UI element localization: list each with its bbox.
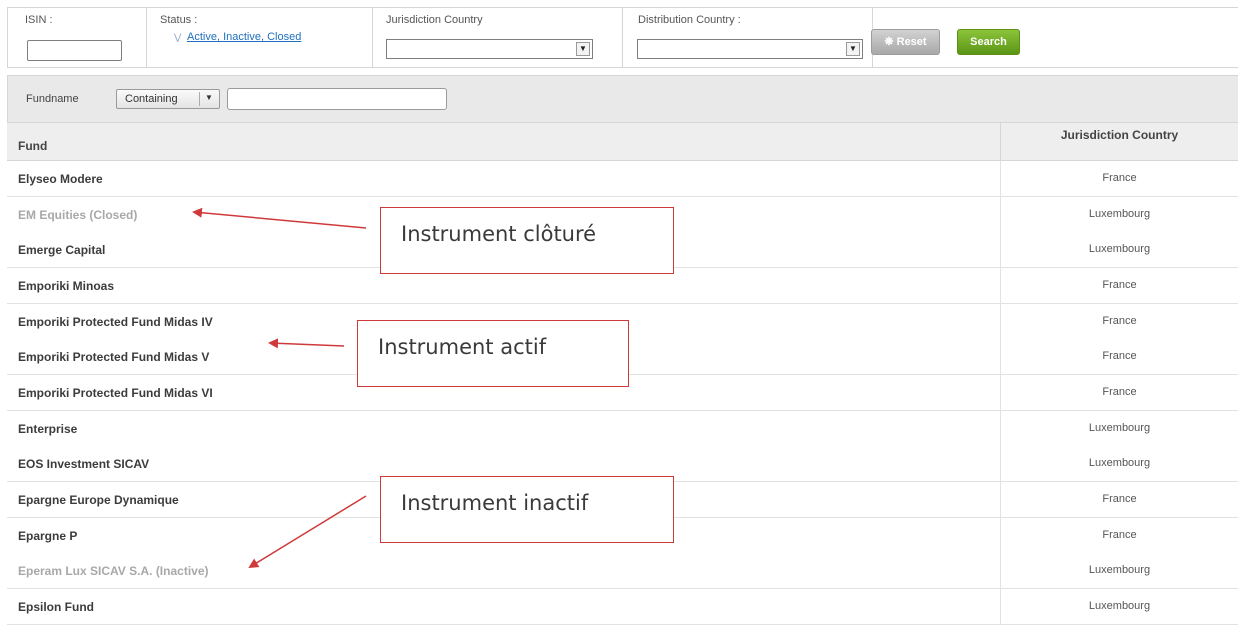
fund-country: France <box>1000 339 1238 374</box>
dropdown-arrow-icon[interactable]: ▼ <box>205 93 213 102</box>
match-mode-select[interactable]: Containing ▼ <box>116 89 220 109</box>
callout-active: Instrument actif <box>357 320 629 387</box>
callout-closed: Instrument clôturé <box>380 207 674 274</box>
reset-label: Reset <box>896 36 927 48</box>
fund-name[interactable]: EOS Investment SICAV <box>18 457 149 471</box>
fund-country: France <box>1000 304 1238 339</box>
fund-country: Luxembourg <box>1000 589 1238 624</box>
status-filter: Status : ⋁ Active, Inactive, Closed <box>147 8 373 68</box>
isin-label: ISIN : <box>25 14 53 26</box>
jurisdiction-filter: Jurisdiction Country ▼ <box>373 8 623 68</box>
status-value-link[interactable]: Active, Inactive, Closed <box>187 31 301 43</box>
table-row[interactable]: Enterprise Luxembourg <box>7 411 1238 447</box>
status-label: Status : <box>160 14 198 26</box>
fund-name[interactable]: Eperam Lux SICAV S.A. (Inactive) <box>18 564 209 578</box>
fund-name[interactable]: Emerge Capital <box>18 243 105 257</box>
reset-button[interactable]: ❋ Reset <box>871 29 940 55</box>
table-row[interactable]: Eperam Lux SICAV S.A. (Inactive) Luxembo… <box>7 553 1238 589</box>
jurisdiction-label: Jurisdiction Country <box>386 14 483 26</box>
spinner-icon: ❋ <box>884 36 894 48</box>
fund-name[interactable]: Emporiki Minoas <box>18 279 114 293</box>
fundname-filter-bar: Fundname Containing ▼ <box>7 75 1238 123</box>
fund-country: France <box>1000 268 1238 303</box>
fund-name[interactable]: Emporiki Protected Fund Midas IV <box>18 315 213 329</box>
fund-country: Luxembourg <box>1000 197 1238 232</box>
fund-name[interactable]: Elyseo Modere <box>18 172 103 186</box>
fund-name[interactable]: Emporiki Protected Fund Midas VI <box>18 386 213 400</box>
select-divider <box>199 92 200 106</box>
dropdown-arrow-icon[interactable]: ▼ <box>576 42 590 56</box>
fund-country: France <box>1000 161 1238 196</box>
distribution-filter: Distribution Country : ▼ <box>623 8 873 68</box>
fund-country: Luxembourg <box>1000 232 1238 267</box>
table-header: Fund Jurisdiction Country <box>7 123 1238 161</box>
fund-country: Luxembourg <box>1000 553 1238 588</box>
dropdown-arrow-icon[interactable]: ▼ <box>846 42 860 56</box>
fund-name[interactable]: EM Equities (Closed) <box>18 208 137 222</box>
column-header-fund[interactable]: Fund <box>18 139 47 153</box>
fund-country: Luxembourg <box>1000 411 1238 446</box>
fund-country: France <box>1000 482 1238 517</box>
column-header-jurisdiction[interactable]: Jurisdiction Country <box>1000 123 1238 161</box>
callout-inactive-text: Instrument inactif <box>401 491 589 515</box>
table-row[interactable]: Elyseo Modere France <box>7 161 1238 197</box>
fund-name[interactable]: Enterprise <box>18 422 77 436</box>
fund-name[interactable]: Emporiki Protected Fund Midas V <box>18 350 209 364</box>
table-row[interactable]: Epsilon Fund Luxembourg <box>7 589 1238 625</box>
search-button[interactable]: Search <box>957 29 1020 55</box>
isin-input[interactable] <box>27 40 122 61</box>
fund-country: France <box>1000 518 1238 553</box>
fund-country: Luxembourg <box>1000 446 1238 481</box>
match-mode-value: Containing <box>125 93 178 105</box>
callout-inactive: Instrument inactif <box>380 476 674 543</box>
fund-name[interactable]: Epargne Europe Dynamique <box>18 493 179 507</box>
fund-name[interactable]: Epsilon Fund <box>18 600 94 614</box>
filter-bar: ISIN : Status : ⋁ Active, Inactive, Clos… <box>7 7 1238 68</box>
distribution-select[interactable]: ▼ <box>637 39 863 59</box>
fundname-label: Fundname <box>26 93 79 105</box>
double-chevron-down-icon[interactable]: ⋁ <box>174 32 181 43</box>
fund-country: France <box>1000 375 1238 410</box>
callout-active-text: Instrument actif <box>378 335 547 359</box>
fundname-input[interactable] <box>227 88 447 110</box>
isin-filter: ISIN : <box>8 8 147 68</box>
jurisdiction-select[interactable]: ▼ <box>386 39 593 59</box>
fund-name[interactable]: Epargne P <box>18 529 77 543</box>
callout-closed-text: Instrument clôturé <box>401 222 597 246</box>
distribution-label: Distribution Country : <box>638 14 741 26</box>
